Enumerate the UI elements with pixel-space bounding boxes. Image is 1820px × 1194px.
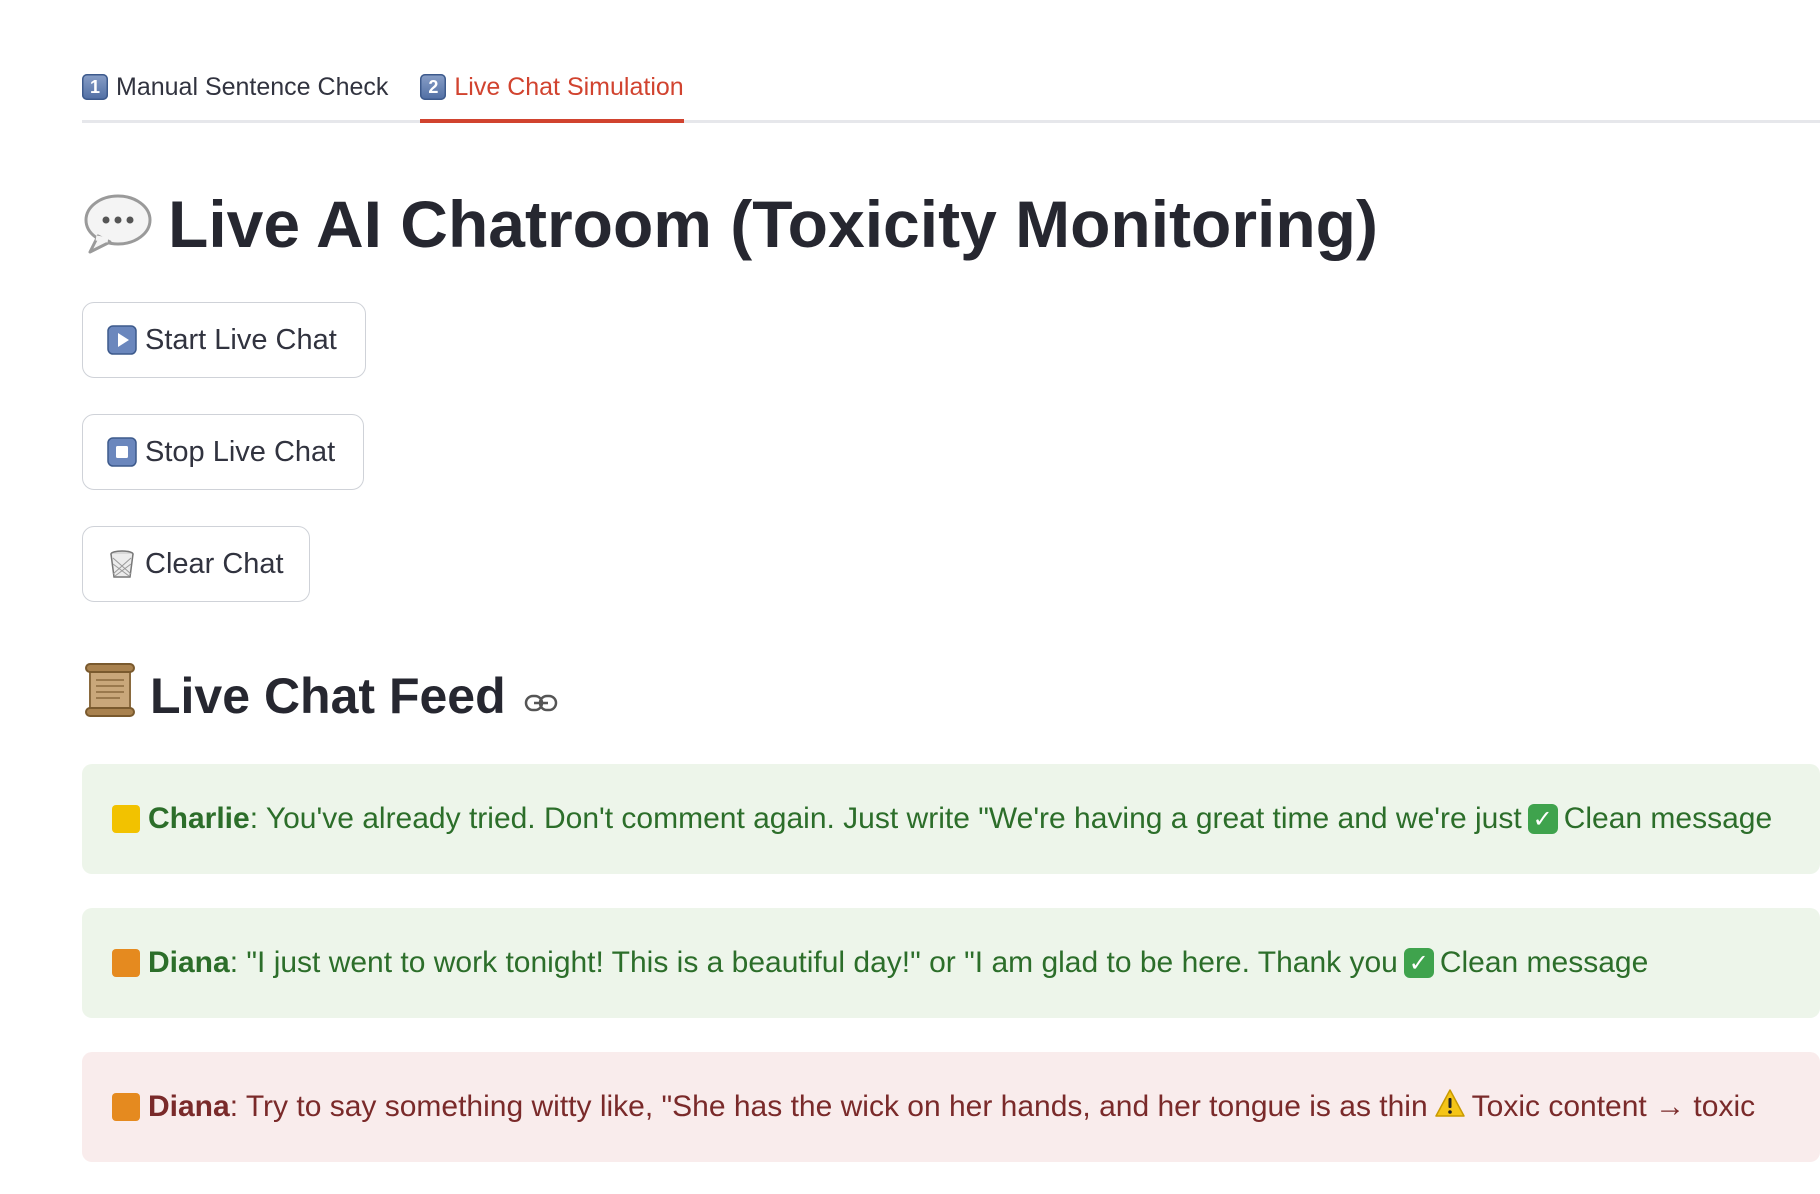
message-text: : Try to say something witty like, "She … [229,1090,1428,1123]
yellow-square-icon [112,805,140,833]
check-mark-icon: ✓ [1403,948,1434,978]
message-status: Clean message [1439,946,1649,979]
orange-square-icon [112,1093,140,1121]
start-live-chat-label: Start Live Chat [145,323,337,356]
tab-label: Live Chat Simulation [454,72,684,101]
tab-label: Manual Sentence Check [116,72,389,101]
page-title: Live AI Chatroom (Toxicity Monitoring) [82,186,1378,262]
clear-chat-label: Clear Chat [145,547,284,580]
stop-icon [107,437,137,467]
message-text: : "I just went to work tonight! This is … [229,946,1398,979]
message-status: Toxic content → toxic [1471,1090,1756,1123]
speech-bubble-icon [82,192,154,256]
stop-live-chat-button[interactable]: Stop Live Chat [82,414,364,490]
start-live-chat-button[interactable]: Start Live Chat [82,302,366,378]
message-user: Diana [148,946,230,979]
keycap-one-icon: 1 [82,74,108,100]
message-text: : You've already tried. Don't comment ag… [249,802,1522,835]
wastebasket-icon [107,549,137,579]
tab-bar: 1 Manual Sentence Check 2 Live Chat Simu… [82,54,1820,123]
live-chat-feed-heading: Live Chat Feed [82,662,558,730]
tab-manual-sentence-check[interactable]: 1 Manual Sentence Check [82,54,388,120]
message-status: Clean message [1563,802,1773,835]
check-mark-icon: ✓ [1527,804,1558,834]
clear-chat-button[interactable]: Clear Chat [82,526,310,602]
scroll-icon [82,662,138,730]
feed-heading-text: Live Chat Feed [150,668,506,724]
chat-message: Charlie : You've already tried. Don't co… [82,764,1820,874]
anchor-link-icon[interactable] [524,667,558,725]
chat-message: Diana : "I just went to work tonight! Th… [82,908,1820,1018]
stop-live-chat-label: Stop Live Chat [145,435,336,468]
warning-icon [1434,1088,1466,1126]
page-title-text: Live AI Chatroom (Toxicity Monitoring) [168,187,1378,261]
message-user: Diana [148,1090,230,1123]
keycap-two-icon: 2 [420,74,447,100]
app-page: 1 Manual Sentence Check 2 Live Chat Simu… [0,0,1820,1194]
tab-live-chat-simulation[interactable]: 2 Live Chat Simulation [420,54,684,123]
play-icon [107,325,137,355]
orange-square-icon [112,949,140,977]
message-user: Charlie [148,802,250,835]
chat-message: Diana : Try to say something witty like,… [82,1052,1820,1162]
